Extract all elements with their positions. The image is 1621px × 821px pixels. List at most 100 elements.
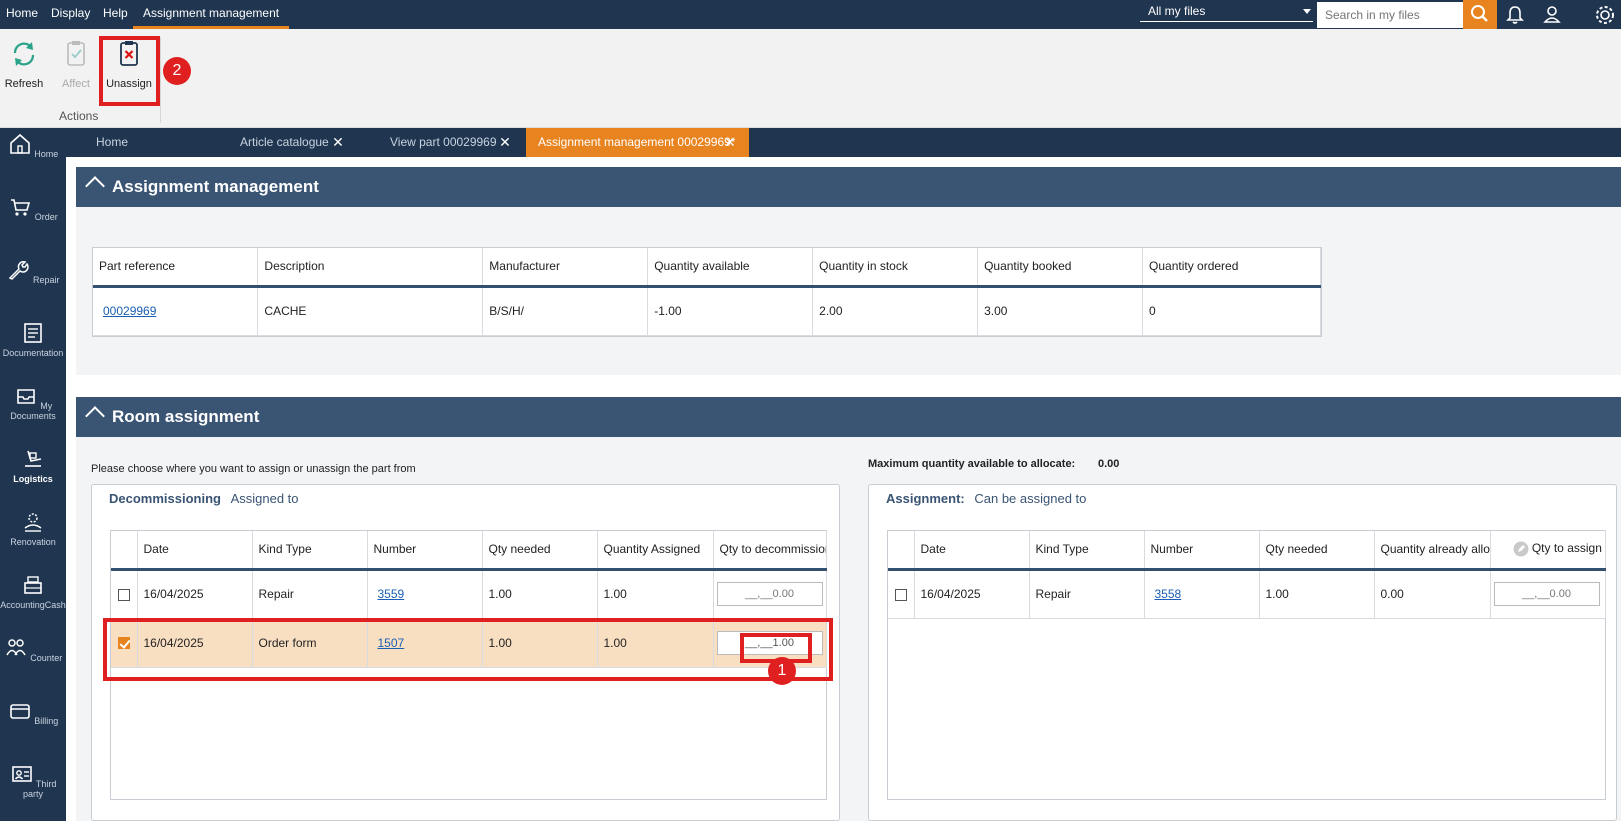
chevron-down-icon <box>1303 9 1311 14</box>
decommissioning-title-sub: Assigned to <box>230 491 299 506</box>
cell-quantity-in-stock: 2.00 <box>812 286 979 336</box>
number-link[interactable]: 3558 <box>1155 587 1182 601</box>
instruction-text: Please choose where you want to assign o… <box>91 463 416 475</box>
scope-select-value: All my files <box>1148 4 1206 18</box>
close-icon[interactable]: ✕ <box>724 128 736 157</box>
table-header-row: Date Kind Type Number Qty needed Quantit… <box>111 531 827 571</box>
col-part-reference[interactable]: Part reference <box>93 248 259 288</box>
tab-assignment-management-label: Assignment management 00029969* <box>538 135 736 149</box>
tab-home[interactable]: Home <box>96 128 128 157</box>
refresh-button[interactable]: Refresh <box>4 39 44 90</box>
col-qty-to-assign-label: Qty to assign <box>1531 541 1602 556</box>
scope-select[interactable]: All my files <box>1140 2 1313 22</box>
ribbon-separator <box>160 37 161 123</box>
section-assignment-management-title: Assignment management <box>112 177 319 196</box>
main-content: Assignment management Part reference Des… <box>66 157 1621 821</box>
number-link[interactable]: 3559 <box>378 587 405 601</box>
ribbon: Refresh Affect Unassign Actions <box>0 29 1621 128</box>
credit-card-icon <box>9 704 30 719</box>
part-reference-link[interactable]: 00029969 <box>103 304 156 318</box>
col-number[interactable]: Number <box>1144 531 1260 571</box>
cell-description: CACHE <box>257 286 484 336</box>
col-qty-needed[interactable]: Qty needed <box>482 531 598 571</box>
col-manufacturer[interactable]: Manufacturer <box>482 248 649 288</box>
cart-icon <box>11 199 31 216</box>
search-button[interactable] <box>1463 0 1497 29</box>
section-assignment-management-header[interactable]: Assignment management <box>76 167 1621 207</box>
gear-icon[interactable] <box>1592 2 1618 28</box>
logistics-icon <box>25 450 42 467</box>
col-date[interactable]: Date <box>137 531 253 571</box>
tab-assignment-management[interactable]: Assignment management 00029969* ✕ <box>526 128 749 157</box>
table-header-row: Date Kind Type Number Qty needed Quantit… <box>888 531 1606 571</box>
assignment-title-bold: Assignment: <box>886 491 965 506</box>
nav-third-party[interactable]: Third party <box>0 762 66 799</box>
nav-label-home: Home <box>34 149 59 159</box>
search-icon <box>1471 5 1488 22</box>
max-quantity-label: Maximum quantity available to allocate: <box>868 458 1076 470</box>
user-icon[interactable] <box>1539 2 1565 28</box>
tab-bar: Home Article catalogue ✕ View part 00029… <box>66 128 1621 157</box>
bell-icon[interactable] <box>1502 2 1528 28</box>
nav-documentation[interactable]: Documentation <box>0 321 66 358</box>
col-quantity-assigned[interactable]: Quantity Assigned <box>597 531 714 571</box>
col-quantity-in-stock[interactable]: Quantity in stock <box>812 248 979 288</box>
wrench-icon <box>9 261 30 280</box>
search-input[interactable] <box>1317 2 1463 28</box>
col-quantity-available[interactable]: Quantity available <box>647 248 814 288</box>
left-nav: Home Order Repair Documentation My Docum… <box>0 128 66 821</box>
col-quantity-booked[interactable]: Quantity booked <box>977 248 1144 288</box>
qty-to-decommission-input[interactable] <box>716 582 823 606</box>
menu-home[interactable]: Home <box>6 0 38 29</box>
col-kind-type[interactable]: Kind Type <box>1029 531 1145 571</box>
table-row[interactable]: 16/04/2025 Repair 3559 1.00 1.00 <box>111 569 827 619</box>
col-quantity-ordered[interactable]: Quantity ordered <box>1142 248 1321 288</box>
decommissioning-title: Decommissioning Assigned to <box>109 491 299 506</box>
affect-button[interactable]: Affect <box>56 39 96 90</box>
section-room-assignment-title: Room assignment <box>112 407 260 426</box>
tab-view-part[interactable]: View part 00029969 <box>390 128 497 157</box>
refresh-icon <box>13 42 35 66</box>
cell-quantity-assigned: 1.00 <box>597 569 714 619</box>
table-row[interactable]: 16/04/2025 Repair 3558 1.00 0.00 <box>888 569 1606 619</box>
document-icon <box>24 323 42 343</box>
nav-billing[interactable]: Billing <box>0 699 66 726</box>
nav-label-documentation: Documentation <box>2 348 64 358</box>
tab-article-catalogue[interactable]: Article catalogue <box>240 128 329 157</box>
cell-manufacturer: B/S/H/ <box>482 286 649 336</box>
cell-quantity-already-allocated: 0.00 <box>1374 569 1491 619</box>
col-kind-type[interactable]: Kind Type <box>252 531 368 571</box>
nav-order[interactable]: Order <box>0 195 66 222</box>
assignment-title: Assignment: Can be assigned to <box>886 491 1086 506</box>
col-qty-needed[interactable]: Qty needed <box>1259 531 1375 571</box>
menu-help[interactable]: Help <box>103 0 128 29</box>
nav-home[interactable]: Home <box>0 132 66 159</box>
actions-group-label: Actions <box>59 109 99 123</box>
qty-to-assign-input[interactable] <box>1493 582 1600 606</box>
nav-logistics[interactable]: Logistics <box>0 447 66 484</box>
menu-display[interactable]: Display <box>51 0 90 29</box>
col-qty-to-assign[interactable]: Qty to assign <box>1490 531 1606 571</box>
col-description[interactable]: Description <box>257 248 484 288</box>
chevron-up-icon <box>85 406 105 426</box>
col-date[interactable]: Date <box>914 531 1030 571</box>
nav-accountingcash[interactable]: AccountingCash <box>0 573 66 610</box>
row-checkbox[interactable] <box>118 588 130 601</box>
nav-repair[interactable]: Repair <box>0 258 66 285</box>
row-checkbox[interactable] <box>895 588 907 601</box>
menu-assignment-management[interactable]: Assignment management <box>133 0 290 29</box>
nav-my-documents[interactable]: My Documents <box>0 384 66 421</box>
section-assignment-management-body: Part reference Description Manufacturer … <box>76 207 1621 375</box>
chevron-up-icon <box>85 176 105 196</box>
close-icon[interactable]: ✕ <box>331 128 345 157</box>
col-qty-to-decommission[interactable]: Qty to decommission <box>713 531 827 571</box>
nav-counter[interactable]: Counter <box>0 636 66 663</box>
cell-qty-needed: 1.00 <box>482 569 598 619</box>
cell-date: 16/04/2025 <box>137 569 253 619</box>
close-icon[interactable]: ✕ <box>498 128 512 157</box>
section-room-assignment-header[interactable]: Room assignment <box>76 397 1621 437</box>
people-icon <box>6 639 26 656</box>
nav-renovation[interactable]: Renovation <box>0 510 66 547</box>
col-quantity-already-allocated[interactable]: Quantity already alloc <box>1374 531 1491 571</box>
col-number[interactable]: Number <box>367 531 483 571</box>
